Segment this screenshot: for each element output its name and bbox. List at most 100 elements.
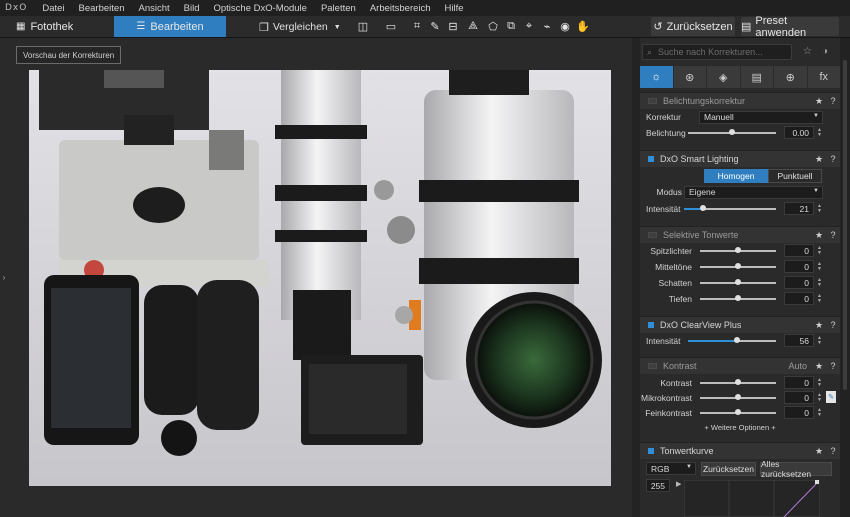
stepper-icon[interactable]: ▲ ▼ bbox=[816, 204, 823, 214]
slider-knob[interactable] bbox=[734, 337, 741, 343]
korrektur-select[interactable]: Manuell ▼ bbox=[699, 110, 823, 124]
selective-tone-value[interactable]: 0 bbox=[784, 244, 814, 257]
image-viewer[interactable]: Vorschau der Korrekturen › › bbox=[0, 38, 639, 517]
left-panel-toggle-icon[interactable]: › bbox=[0, 270, 8, 284]
star-icon[interactable]: ★ bbox=[812, 96, 826, 107]
tab-fotothek[interactable]: ▦ Fotothek bbox=[16, 16, 73, 37]
contrast-section-header[interactable]: Kontrast Auto ★ ? bbox=[640, 357, 840, 374]
auto-horizon-icon[interactable]: ⊟ bbox=[446, 19, 460, 34]
red-eye-icon[interactable]: ⌖ bbox=[522, 19, 536, 34]
selective-tone-value[interactable]: 0 bbox=[784, 292, 814, 305]
fx-icon[interactable]: fx bbox=[807, 66, 840, 88]
curve-reset-button[interactable]: Zurücksetzen bbox=[701, 462, 756, 476]
slider-knob[interactable] bbox=[735, 379, 741, 385]
volume-deformation-icon[interactable]: ⬠ bbox=[486, 19, 500, 34]
repair-icon[interactable]: ⧉ bbox=[504, 19, 518, 34]
white-balance-picker-icon[interactable]: ✎ bbox=[428, 19, 442, 34]
exposure-section-header[interactable]: Belichtungskorrektur ★ ? bbox=[640, 92, 840, 109]
contrast-slider[interactable] bbox=[700, 379, 776, 385]
help-icon[interactable]: ? bbox=[826, 154, 840, 164]
selective-tone-value[interactable]: 0 bbox=[784, 276, 814, 289]
clearview-intensity-value[interactable]: 56 bbox=[784, 334, 814, 347]
panel-divider[interactable] bbox=[632, 38, 640, 517]
help-icon[interactable]: ? bbox=[826, 230, 840, 240]
scrollbar-thumb[interactable] bbox=[843, 60, 847, 390]
stepper-icon[interactable]: ▲ ▼ bbox=[816, 408, 823, 418]
menu-paletten[interactable]: Paletten bbox=[314, 3, 363, 14]
curve-reset-all-button[interactable]: Alles zurücksetzen bbox=[760, 459, 832, 479]
light-icon[interactable]: ☼ bbox=[640, 66, 673, 88]
belichtung-value[interactable]: 0.00 bbox=[784, 126, 814, 139]
smart-lighting-toggle[interactable] bbox=[648, 156, 654, 162]
local-adjustments-icon[interactable]: ⌁ bbox=[540, 19, 554, 34]
help-icon[interactable]: ? bbox=[826, 446, 840, 456]
stepper-icon[interactable]: ▲ ▼ bbox=[816, 393, 823, 403]
apply-preset-button[interactable]: ▤ Preset anwenden bbox=[741, 15, 839, 39]
favorites-filter-icon[interactable]: ☆ bbox=[803, 46, 812, 57]
clearview-toggle[interactable] bbox=[648, 322, 654, 328]
selective-tone-slider[interactable] bbox=[700, 263, 776, 269]
mode-homogen-button[interactable]: Homogen bbox=[704, 169, 768, 183]
slider-knob[interactable] bbox=[729, 129, 735, 135]
selective-tones-section-header[interactable]: Selektive Tonwerte ★ ? bbox=[640, 226, 840, 243]
smart-lighting-intensity-value[interactable]: 21 bbox=[784, 202, 814, 215]
smart-lighting-section-header[interactable]: DxO Smart Lighting ★ ? bbox=[640, 150, 840, 167]
help-icon[interactable]: ? bbox=[826, 361, 840, 371]
star-icon[interactable]: ★ bbox=[812, 361, 826, 372]
stepper-icon[interactable]: ▲ ▼ bbox=[816, 262, 823, 272]
mode-punktuell-button[interactable]: Punktuell bbox=[768, 169, 822, 183]
star-icon[interactable]: ★ bbox=[812, 446, 826, 457]
menu-optische-module[interactable]: Optische DxO-Module bbox=[206, 3, 313, 14]
split-view-icon[interactable]: ◫ bbox=[356, 19, 370, 34]
menu-arbeitsbereich[interactable]: Arbeitsbereich bbox=[363, 3, 438, 14]
exposure-toggle[interactable] bbox=[648, 98, 657, 104]
selective-tone-slider[interactable] bbox=[700, 247, 776, 253]
contrast-slider[interactable] bbox=[700, 409, 776, 415]
perspective-icon[interactable]: ⟁ bbox=[466, 19, 480, 34]
selective-tone-slider[interactable] bbox=[700, 295, 776, 301]
geometry-icon[interactable]: ▤ bbox=[740, 66, 773, 88]
stepper-icon[interactable]: ▲ ▼ bbox=[816, 128, 823, 138]
menu-datei[interactable]: Datei bbox=[35, 3, 71, 14]
clearview-intensity-slider[interactable] bbox=[688, 337, 776, 343]
stepper-icon[interactable]: ▲ ▼ bbox=[816, 294, 823, 304]
visibility-icon[interactable]: ◉ bbox=[558, 19, 572, 34]
slider-knob[interactable] bbox=[735, 394, 741, 400]
frame-icon[interactable]: ▭ bbox=[384, 19, 398, 34]
contrast-toggle[interactable] bbox=[648, 363, 657, 369]
detail-icon[interactable]: ◈ bbox=[707, 66, 740, 88]
selective-tone-slider[interactable] bbox=[700, 279, 776, 285]
curve-level-input[interactable]: 255 bbox=[646, 479, 670, 492]
slider-knob[interactable] bbox=[735, 263, 741, 269]
panel-scrollbar[interactable] bbox=[840, 38, 850, 517]
slider-knob[interactable] bbox=[700, 205, 707, 211]
slider-knob[interactable] bbox=[735, 247, 741, 253]
star-icon[interactable]: ★ bbox=[812, 154, 826, 165]
modus-select[interactable]: Eigene ▼ bbox=[684, 185, 823, 199]
compare-button[interactable]: ❐ Vergleichen ▼ bbox=[259, 19, 347, 35]
stepper-icon[interactable]: ▲ ▼ bbox=[816, 278, 823, 288]
contrast-value[interactable]: 0 bbox=[784, 376, 814, 389]
slider-knob[interactable] bbox=[735, 295, 741, 301]
selective-tones-toggle[interactable] bbox=[648, 232, 657, 238]
slider-knob[interactable] bbox=[735, 279, 741, 285]
color-icon[interactable]: ⊛ bbox=[673, 66, 706, 88]
menu-bild[interactable]: Bild bbox=[177, 3, 207, 14]
search-input[interactable] bbox=[658, 47, 784, 57]
stepper-icon[interactable]: ▲ ▼ bbox=[816, 378, 823, 388]
help-icon[interactable]: ? bbox=[826, 320, 840, 330]
photo-preview[interactable] bbox=[29, 70, 611, 486]
star-icon[interactable]: ★ bbox=[812, 320, 826, 331]
reset-button[interactable]: ↺ Zurücksetzen bbox=[651, 17, 735, 36]
more-options-link[interactable]: + Weitere Optionen + bbox=[640, 423, 840, 432]
clearview-section-header[interactable]: DxO ClearView Plus ★ ? bbox=[640, 316, 840, 333]
star-icon[interactable]: ★ bbox=[812, 230, 826, 241]
tone-curve-toggle[interactable] bbox=[648, 448, 654, 454]
contrast-value[interactable]: 0 bbox=[784, 406, 814, 419]
menu-ansicht[interactable]: Ansicht bbox=[131, 3, 176, 14]
tab-bearbeiten[interactable]: ☰ Bearbeiten bbox=[114, 16, 226, 37]
toggle-icon[interactable]: ◑ bbox=[822, 46, 828, 57]
tone-curve-section-header[interactable]: Tonwertkurve ★ ? bbox=[640, 442, 840, 459]
belichtung-slider[interactable] bbox=[688, 129, 776, 135]
hand-tool-icon[interactable]: ✋ bbox=[576, 19, 590, 34]
